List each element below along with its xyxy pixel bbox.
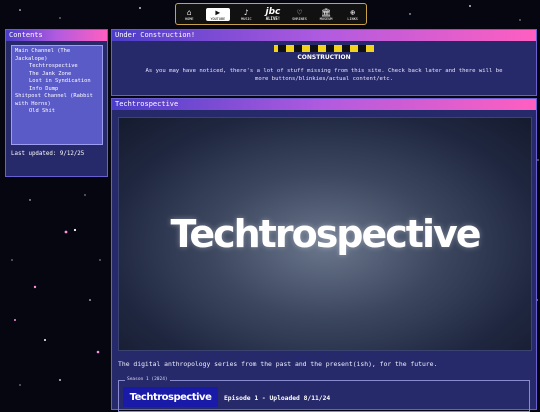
nav-home[interactable]: ⌂ HOME bbox=[179, 8, 199, 21]
nav-shrines[interactable]: ♡ SHRINES bbox=[290, 8, 310, 21]
episode-thumbnail[interactable]: Techtrospective bbox=[123, 387, 218, 407]
nav-youtube[interactable]: ▶ YOUTUBE bbox=[205, 7, 230, 21]
globe-icon: ⊕ bbox=[350, 7, 356, 17]
hero-title: Techtrospective bbox=[170, 212, 481, 256]
nav-music[interactable]: ♪ MUSIC bbox=[236, 8, 256, 21]
nav-label: MUSIC bbox=[241, 16, 252, 21]
last-updated: Last updated: 9/12/25 bbox=[11, 151, 85, 157]
construction-title: Under Construction! bbox=[112, 30, 536, 41]
table-of-contents: Main Channel (The Jackalope) Techtrospec… bbox=[11, 45, 103, 145]
season-label: Season 1 (2024) bbox=[125, 377, 170, 382]
construction-stripes-image: CONSTRUCTION bbox=[274, 45, 374, 61]
series-description: The digital anthropology series from the… bbox=[118, 360, 438, 368]
nav-museum[interactable]: 🏛 MUSEUM bbox=[316, 8, 336, 21]
contents-sidebar: Contents Main Channel (The Jackalope) Te… bbox=[5, 29, 108, 177]
toc-lost-in-syndication[interactable]: Lost in Syndication bbox=[15, 78, 99, 86]
nav-logo[interactable]: jbc ALIVE! bbox=[263, 7, 283, 21]
sidebar-title: Contents bbox=[6, 30, 107, 41]
construction-banner: CONSTRUCTION bbox=[274, 45, 374, 62]
toc-techtrospective[interactable]: Techtrospective bbox=[15, 63, 99, 71]
construction-banner-text: CONSTRUCTION bbox=[297, 54, 350, 61]
toc-main-channel[interactable]: Main Channel (The Jackalope) bbox=[15, 48, 99, 63]
techtrospective-hero-image: Techtrospective bbox=[118, 117, 532, 351]
season-group: Season 1 (2024) Techtrospective Episode … bbox=[118, 377, 530, 412]
nav-label: MUSEUM bbox=[319, 16, 333, 21]
nav-label: SHRINES bbox=[292, 16, 307, 21]
techtrospective-panel: Techtrospective Techtrospective The digi… bbox=[111, 98, 537, 412]
nav-label: HOME bbox=[185, 16, 194, 21]
under-construction-panel: Under Construction! CONSTRUCTION As you … bbox=[111, 29, 537, 96]
nav-links[interactable]: ⊕ LINKS bbox=[343, 8, 363, 21]
top-nav: ⌂ HOME ▶ YOUTUBE ♪ MUSIC jbc ALIVE! ♡ SH… bbox=[175, 3, 367, 25]
music-note-icon: ♪ bbox=[243, 7, 249, 17]
nav-label: LINKS bbox=[347, 16, 358, 21]
museum-icon: 🏛 bbox=[321, 7, 332, 17]
home-icon: ⌂ bbox=[186, 7, 192, 17]
toc-shitpost-channel[interactable]: Shitpost Channel (Rabbit with Horns) bbox=[15, 93, 99, 108]
site-logo-sub: ALIVE! bbox=[265, 16, 281, 21]
thumbnail-title: Techtrospective bbox=[129, 391, 212, 403]
toc-info-dump[interactable]: Info Dump bbox=[15, 86, 99, 94]
techtrospective-title: Techtrospective bbox=[112, 99, 536, 110]
play-icon: ▶ bbox=[215, 7, 221, 17]
construction-message: As you may have noticed, there's a lot o… bbox=[145, 68, 503, 82]
toc-old-shit[interactable]: Old Shit bbox=[15, 108, 99, 116]
nav-label: YOUTUBE bbox=[210, 16, 226, 21]
toc-jank-zone[interactable]: The Jank Zone bbox=[15, 71, 99, 79]
heart-icon: ♡ bbox=[297, 7, 302, 17]
episode-title[interactable]: Episode 1 - Uploaded 8/11/24 bbox=[224, 395, 330, 402]
